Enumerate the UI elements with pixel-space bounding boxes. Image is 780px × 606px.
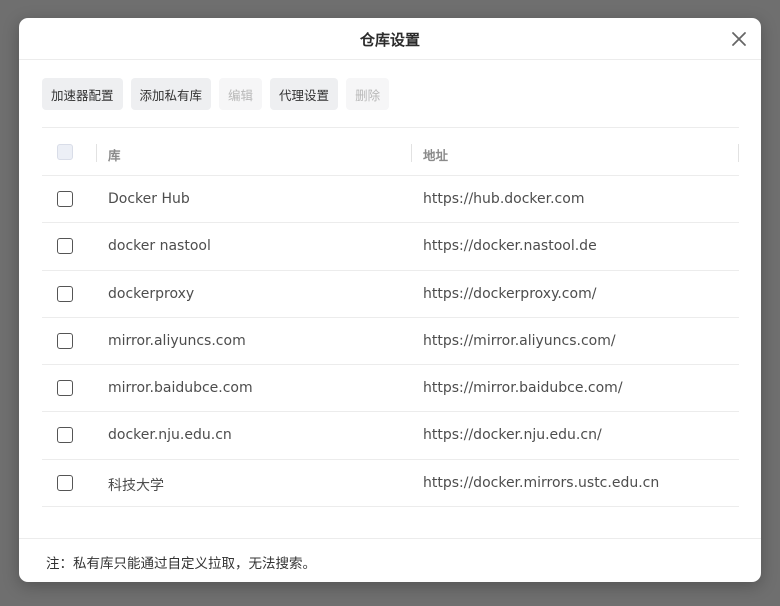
repo-address: https://mirror.baidubce.com/ [423,380,623,397]
repo-address: https://docker.nju.edu.cn/ [423,427,602,444]
column-header-address: 地址 [423,148,449,163]
row-checkbox[interactable] [57,332,73,349]
repo-address: https://hub.docker.com [423,191,585,207]
repo-name: Docker Hub [108,191,190,207]
column-divider [411,144,412,162]
table-row[interactable]: dockerproxy https://dockerproxy.com/ [42,271,739,318]
dialog-footer: 注：私有库只能通过自定义拉取，无法搜索。 [19,538,761,582]
row-checkbox[interactable] [57,285,73,302]
footer-note: 注：私有库只能通过自定义拉取，无法搜索。 [46,556,316,572]
repo-name: dockerproxy [108,285,195,302]
row-checkbox[interactable] [57,238,73,255]
repo-address: https://docker.nastool.de [423,238,597,255]
table-row[interactable]: mirror.aliyuncs.com https://mirror.aliyun… [42,318,739,366]
table-row[interactable]: 科技大学 https://docker.mirrors.ustc.edu.cn [42,460,739,508]
repository-settings-dialog: 仓库设置 加速器配置 添加私有库 编辑 代理设置 删除 库 地址 Docker … [19,18,761,582]
row-checkbox[interactable] [57,191,73,207]
edit-button[interactable]: 编辑 [219,78,263,110]
table-row[interactable]: mirror.baidubce.com https://mirror.baidub… [42,365,739,413]
select-all-checkbox[interactable] [57,144,73,160]
table-body: Docker Hub https://hub.docker.com docker n… [42,176,739,508]
column-divider [738,144,739,162]
table-row[interactable]: Docker Hub https://hub.docker.com [42,176,739,224]
delete-button[interactable]: 删除 [346,78,390,110]
repo-name: mirror.aliyuncs.com [108,332,246,349]
toolbar: 加速器配置 添加私有库 编辑 代理设置 删除 [42,78,390,110]
dialog-title: 仓库设置 [359,31,420,49]
row-checkbox[interactable] [57,474,73,491]
repo-address: https://dockerproxy.com/ [423,285,597,302]
row-checkbox[interactable] [57,380,73,397]
repo-name: mirror.baidubce.com [108,380,253,397]
close-icon[interactable] [729,29,749,49]
repo-name: 科技大学 [108,477,164,494]
repo-address: https://docker.mirrors.ustc.edu.cn [423,474,660,491]
dialog-header: 仓库设置 [19,18,761,60]
column-divider [96,144,97,162]
table-header: 库 地址 [42,128,739,176]
repo-address: https://mirror.aliyuncs.com/ [423,332,616,349]
repo-name: docker nastool [108,238,211,255]
table-row[interactable]: docker.nju.edu.cn https://docker.nju.edu.… [42,412,739,460]
repository-table: 库 地址 Docker Hub https://hub.docker.com doc… [42,127,739,508]
table-row[interactable]: docker nastool https://docker.nastool.de [42,223,739,271]
add-private-repo-button[interactable]: 添加私有库 [130,78,212,110]
column-header-name: 库 [108,148,121,163]
proxy-settings-button[interactable]: 代理设置 [270,78,339,110]
row-checkbox[interactable] [57,427,73,444]
repo-name: docker.nju.edu.cn [108,427,232,444]
accelerator-config-button[interactable]: 加速器配置 [42,78,123,110]
